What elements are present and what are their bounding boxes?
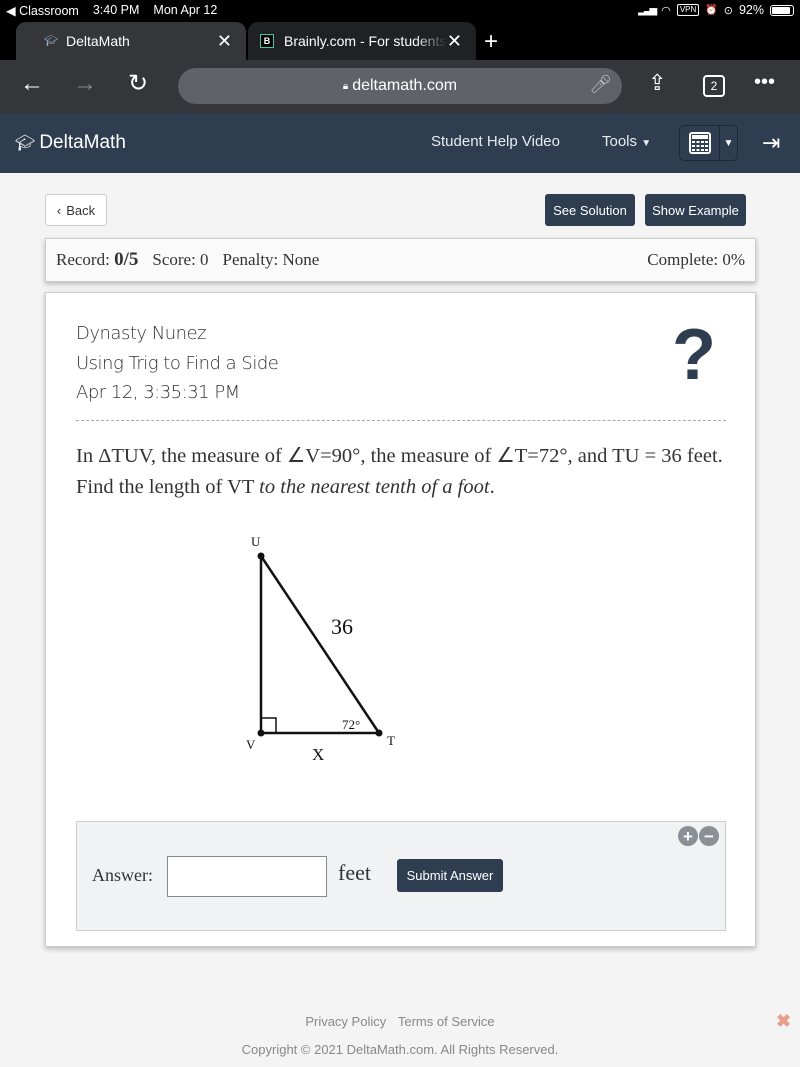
problem-meta: Dynasty Nunez Using Trig to Find a Side … bbox=[76, 319, 279, 408]
logo-text: DeltaMath bbox=[39, 132, 126, 153]
score: Score: 0 bbox=[152, 250, 209, 269]
wifi-icon: ◠ bbox=[661, 4, 671, 17]
rotation-lock-icon: ⊙ bbox=[723, 4, 733, 17]
share-icon[interactable]: ⇪ bbox=[648, 70, 666, 96]
url-text: deltamath.com bbox=[352, 77, 458, 94]
vertex-t-label: T bbox=[387, 733, 395, 748]
problem-topic: Using Trig to Find a Side bbox=[76, 352, 279, 374]
unknown-side-label: X bbox=[312, 745, 324, 764]
see-solution-button[interactable]: See Solution bbox=[545, 194, 635, 226]
more-menu-icon[interactable]: ••• bbox=[754, 71, 775, 94]
tab-switcher-button[interactable]: 2 bbox=[703, 75, 725, 97]
vpn-badge: VPN bbox=[676, 4, 700, 16]
graduation-cap-icon: 🎓︎ bbox=[44, 35, 58, 47]
problem-text: In ΔTUV, the measure of ∠V=90°, the meas… bbox=[76, 441, 726, 503]
logout-icon[interactable]: ⇥ bbox=[762, 130, 780, 156]
battery-icon bbox=[770, 4, 794, 16]
penalty: Penalty: None bbox=[222, 250, 320, 269]
caret-down-icon: ▼ bbox=[641, 138, 652, 149]
calculator-button-group: ▼ bbox=[679, 125, 738, 161]
lock-icon: 🔒︎ bbox=[342, 80, 349, 92]
close-tab-icon[interactable]: ✕ bbox=[447, 31, 462, 52]
back-button[interactable]: ‹ Back bbox=[45, 194, 107, 226]
back-app-label: Classroom bbox=[19, 3, 79, 18]
answer-unit: feet bbox=[338, 860, 371, 885]
signal-icon: ▂▃▅ bbox=[638, 4, 657, 16]
privacy-policy-link[interactable]: Privacy Policy bbox=[305, 1014, 386, 1029]
tools-label: Tools bbox=[602, 133, 638, 150]
forward-arrow-icon[interactable]: → bbox=[73, 70, 97, 98]
close-tab-icon[interactable]: ✕ bbox=[217, 31, 232, 52]
record-value: 0/5 bbox=[114, 249, 139, 270]
deltamath-navbar: 🎓︎ DeltaMath Student Help Video Tools ▼ … bbox=[0, 113, 800, 173]
calculator-button[interactable] bbox=[680, 126, 720, 160]
status-date: Mon Apr 12 bbox=[153, 3, 218, 17]
deltamath-logo[interactable]: 🎓︎ DeltaMath bbox=[15, 132, 126, 154]
triangle-diagram: U V T 36 72° X bbox=[246, 534, 395, 764]
answer-label: Answer: bbox=[92, 865, 153, 885]
back-label: Back bbox=[66, 202, 96, 218]
back-arrow-icon[interactable]: ← bbox=[20, 70, 44, 98]
student-name: Dynasty Nunez bbox=[76, 323, 207, 344]
close-icon[interactable]: ✖ bbox=[776, 1011, 791, 1032]
back-to-app[interactable]: ◀ Classroom bbox=[6, 3, 79, 18]
zoom-controls: + − bbox=[678, 826, 719, 846]
chevron-left-icon: ‹ bbox=[56, 202, 62, 218]
calculator-icon bbox=[688, 132, 711, 154]
help-question-icon[interactable]: ? bbox=[672, 315, 716, 395]
side-ut bbox=[259, 555, 381, 734]
brainly-favicon-icon: B bbox=[260, 34, 274, 48]
vertex-t-point bbox=[375, 729, 383, 737]
vertex-u-label: U bbox=[251, 534, 261, 549]
show-example-button[interactable]: Show Example bbox=[645, 194, 746, 226]
battery-percent: 92% bbox=[738, 3, 764, 17]
calculator-dropdown-caret[interactable]: ▼ bbox=[720, 126, 737, 160]
tools-dropdown[interactable]: Tools ▼ bbox=[602, 133, 651, 150]
submit-answer-button[interactable]: Submit Answer bbox=[397, 859, 503, 892]
new-tab-button[interactable]: + bbox=[484, 28, 498, 56]
reload-icon[interactable]: ↻ bbox=[128, 69, 148, 98]
record-bar: Record: 0/5 Score: 0 Penalty: None Compl… bbox=[45, 238, 756, 282]
microphone-icon[interactable]: 🎤︎ bbox=[589, 74, 612, 95]
student-help-video-link[interactable]: Student Help Video bbox=[431, 133, 560, 150]
angle-t-label: 72° bbox=[342, 717, 360, 732]
tab-deltamath[interactable]: 🎓︎ DeltaMath ✕ bbox=[16, 22, 246, 60]
footer-links: Privacy Policy Terms of Service bbox=[0, 1014, 800, 1029]
answer-area: + − Answer: feet Submit Answer bbox=[76, 821, 726, 931]
address-bar[interactable]: 🔒︎ deltamath.com 🎤︎ bbox=[178, 68, 622, 104]
terms-of-service-link[interactable]: Terms of Service bbox=[398, 1014, 495, 1029]
browser-toolbar: ← → ↻ 🔒︎ deltamath.com 🎤︎ ⇪ 2 ••• bbox=[0, 60, 800, 113]
tab-brainly[interactable]: B Brainly.com - For students ✕ bbox=[248, 22, 476, 60]
tab-title: DeltaMath bbox=[66, 33, 130, 49]
vertex-v-label: V bbox=[246, 737, 256, 752]
graduation-cap-icon: 🎓︎ bbox=[15, 135, 36, 152]
problem-period: . bbox=[489, 476, 495, 498]
hypotenuse-label: 36 bbox=[331, 614, 353, 639]
record-label: Record: bbox=[56, 250, 110, 269]
answer-input[interactable] bbox=[167, 856, 327, 897]
browser-tab-bar: 🎓︎ DeltaMath ✕ B Brainly.com - For stude… bbox=[0, 20, 800, 60]
divider bbox=[76, 420, 726, 421]
zoom-out-icon[interactable]: − bbox=[699, 826, 719, 846]
vertex-v-point bbox=[257, 729, 265, 737]
ios-status-bar: ◀ Classroom 3:40 PM Mon Apr 12 ▂▃▅ ◠ VPN… bbox=[0, 0, 800, 20]
problem-timestamp: Apr 12, 3:35:31 PM bbox=[76, 382, 240, 403]
problem-panel: Dynasty Nunez Using Trig to Find a Side … bbox=[45, 292, 756, 947]
status-time: 3:40 PM bbox=[92, 3, 140, 17]
alarm-icon: ⏰ bbox=[705, 4, 718, 16]
vertex-u-point bbox=[257, 552, 265, 560]
zoom-in-icon[interactable]: + bbox=[678, 826, 698, 846]
complete-percent: Complete: 0% bbox=[647, 250, 745, 269]
copyright: Copyright © 2021 DeltaMath.com. All Righ… bbox=[241, 1042, 559, 1057]
problem-precision: to the nearest tenth of a foot bbox=[259, 476, 490, 498]
tab-title: Brainly.com - For students bbox=[284, 33, 447, 49]
